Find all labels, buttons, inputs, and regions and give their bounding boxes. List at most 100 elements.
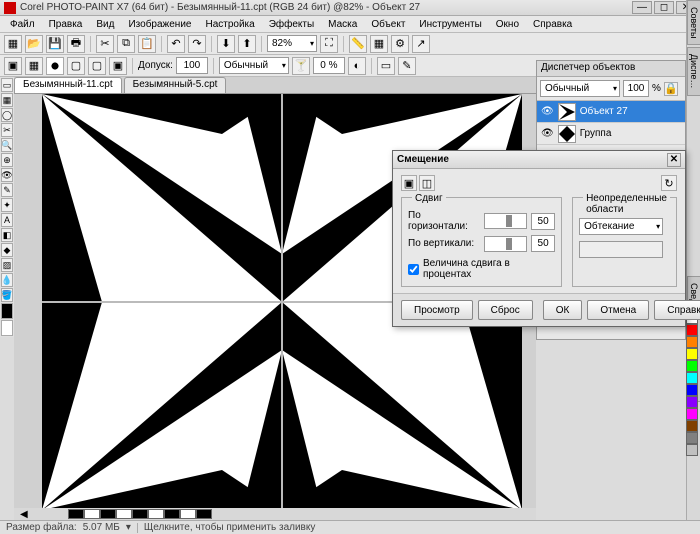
transparency-tool[interactable]: ▨ xyxy=(1,258,13,272)
side-tab-hints[interactable]: Советы xyxy=(687,0,700,45)
transparency-icon[interactable]: 🍸 xyxy=(292,57,310,75)
side-tab-dispatcher[interactable]: Диспе… xyxy=(687,47,700,96)
fullscreen-button[interactable]: ⛶ xyxy=(320,35,338,53)
zoom-combo[interactable]: 82% xyxy=(267,35,317,52)
pick-tool[interactable]: ▭ xyxy=(1,78,13,92)
import-button[interactable]: ⬇ xyxy=(217,35,235,53)
preview-original-icon[interactable]: ▣ xyxy=(401,175,417,191)
fill-tool[interactable]: 🪣 xyxy=(1,288,13,302)
menu-tools[interactable]: Инструменты xyxy=(413,18,487,31)
pattern-icon[interactable] xyxy=(46,57,64,75)
copy-button[interactable]: ⧉ xyxy=(117,35,135,53)
reset-button[interactable]: Сброс xyxy=(478,300,533,320)
brush-tool[interactable]: ✎ xyxy=(1,183,13,197)
ok-button[interactable]: ОК xyxy=(543,300,583,320)
fg-color[interactable] xyxy=(1,303,13,319)
horizontal-slider[interactable] xyxy=(484,213,527,229)
mode-add-icon[interactable]: ▦ xyxy=(25,57,43,75)
layer-blend-combo[interactable]: Обычный xyxy=(540,80,620,97)
menu-window[interactable]: Окно xyxy=(490,18,525,31)
launch-button[interactable]: ↗ xyxy=(412,35,430,53)
menu-help[interactable]: Справка xyxy=(527,18,578,31)
new-button[interactable]: ▦ xyxy=(4,35,22,53)
vertical-value[interactable]: 50 xyxy=(531,235,555,252)
dialog-title-bar[interactable]: Смещение ✕ xyxy=(393,151,685,169)
swatch[interactable] xyxy=(686,420,698,432)
mask-ellipse-tool[interactable]: ◯ xyxy=(1,108,13,122)
menu-mask[interactable]: Маска xyxy=(322,18,363,31)
layer-item-object27[interactable]: 👁 Объект 27 xyxy=(537,101,685,123)
redo-button[interactable]: ↷ xyxy=(188,35,206,53)
swatch[interactable] xyxy=(686,360,698,372)
wrap-combo[interactable]: Обтекание xyxy=(579,218,663,235)
cut-button[interactable]: ✂ xyxy=(96,35,114,53)
layer-lock-icon[interactable]: 🔒 xyxy=(664,82,678,96)
menu-file[interactable]: Файл xyxy=(4,18,41,31)
tolerance-value[interactable]: 100 xyxy=(176,57,208,74)
mask-rect-tool[interactable]: ▦ xyxy=(1,93,13,107)
preview-split-icon[interactable]: ◫ xyxy=(419,175,435,191)
help-button[interactable]: Справка xyxy=(654,300,700,320)
menu-object[interactable]: Объект xyxy=(365,18,411,31)
crop-tool[interactable]: ✂ xyxy=(1,123,13,137)
paste-button[interactable]: 📋 xyxy=(138,35,156,53)
preview-button[interactable]: Просмотр xyxy=(401,300,473,320)
swatch[interactable] xyxy=(686,372,698,384)
swatch[interactable] xyxy=(686,324,698,336)
opacity-value[interactable]: 0 % xyxy=(313,57,345,74)
minimize-button[interactable]: — xyxy=(632,1,652,14)
zoom-tool[interactable]: 🔍 xyxy=(1,138,13,152)
mode-normal-icon[interactable]: ▣ xyxy=(4,57,22,75)
visibility-icon[interactable]: 👁 xyxy=(541,128,554,139)
dropshadow-tool[interactable]: ◆ xyxy=(1,243,13,257)
text-tool[interactable]: A xyxy=(1,213,13,227)
menu-adjust[interactable]: Настройка xyxy=(199,18,260,31)
swatch[interactable] xyxy=(686,396,698,408)
cancel-button[interactable]: Отмена xyxy=(587,300,649,320)
eyedropper-tool[interactable]: 💧 xyxy=(1,273,13,287)
style3-icon[interactable]: ▣ xyxy=(109,57,127,75)
menu-view[interactable]: Вид xyxy=(90,18,120,31)
effect-tool[interactable]: ✦ xyxy=(1,198,13,212)
swatch[interactable] xyxy=(686,408,698,420)
swatch[interactable] xyxy=(686,432,698,444)
clone-tool[interactable]: ⊕ xyxy=(1,153,13,167)
layer-opacity[interactable]: 100 xyxy=(623,80,649,97)
print-button[interactable]: 🖶 xyxy=(67,35,85,53)
save-button[interactable]: 💾 xyxy=(46,35,64,53)
horizontal-scroll[interactable]: ◀ xyxy=(14,508,536,520)
maximize-button[interactable]: ◻ xyxy=(654,1,674,14)
dialog-close-button[interactable]: ✕ xyxy=(667,153,681,167)
swatch[interactable] xyxy=(686,336,698,348)
visibility-icon[interactable]: 👁 xyxy=(541,106,554,117)
undo-button[interactable]: ↶ xyxy=(167,35,185,53)
redeye-tool[interactable]: 👁 xyxy=(1,168,13,182)
swatch[interactable] xyxy=(686,348,698,360)
style2-icon[interactable]: ▢ xyxy=(88,57,106,75)
layer-item-group[interactable]: 👁 Группа xyxy=(537,123,685,145)
grid-button[interactable]: ▦ xyxy=(370,35,388,53)
export-button[interactable]: ⬆ xyxy=(238,35,256,53)
extra1-icon[interactable]: ▭ xyxy=(377,57,395,75)
bg-color[interactable] xyxy=(1,320,13,336)
menu-effects[interactable]: Эффекты xyxy=(263,18,320,31)
percent-checkbox[interactable] xyxy=(408,264,419,275)
tab-doc-1[interactable]: Безымянный-11.cpt xyxy=(14,77,122,93)
antialias-icon[interactable]: ◐ xyxy=(348,57,366,75)
vertical-slider[interactable] xyxy=(484,236,527,252)
swatch[interactable] xyxy=(686,444,698,456)
percent-checkbox-row[interactable]: Величина сдвига в процентах xyxy=(408,258,555,280)
open-button[interactable]: 📂 xyxy=(25,35,43,53)
blend-mode-combo[interactable]: Обычный xyxy=(219,57,289,74)
style1-icon[interactable]: ▢ xyxy=(67,57,85,75)
color-box[interactable] xyxy=(579,241,663,258)
rulers-button[interactable]: 📏 xyxy=(349,35,367,53)
options-button[interactable]: ⚙ xyxy=(391,35,409,53)
menu-edit[interactable]: Правка xyxy=(43,18,89,31)
menu-image[interactable]: Изображение xyxy=(122,18,197,31)
swatch[interactable] xyxy=(686,384,698,396)
horizontal-value[interactable]: 50 xyxy=(531,213,555,230)
eraser-tool[interactable]: ◧ xyxy=(1,228,13,242)
preview-toggle-icon[interactable]: ↻ xyxy=(661,175,677,191)
extra2-icon[interactable]: ✎ xyxy=(398,57,416,75)
